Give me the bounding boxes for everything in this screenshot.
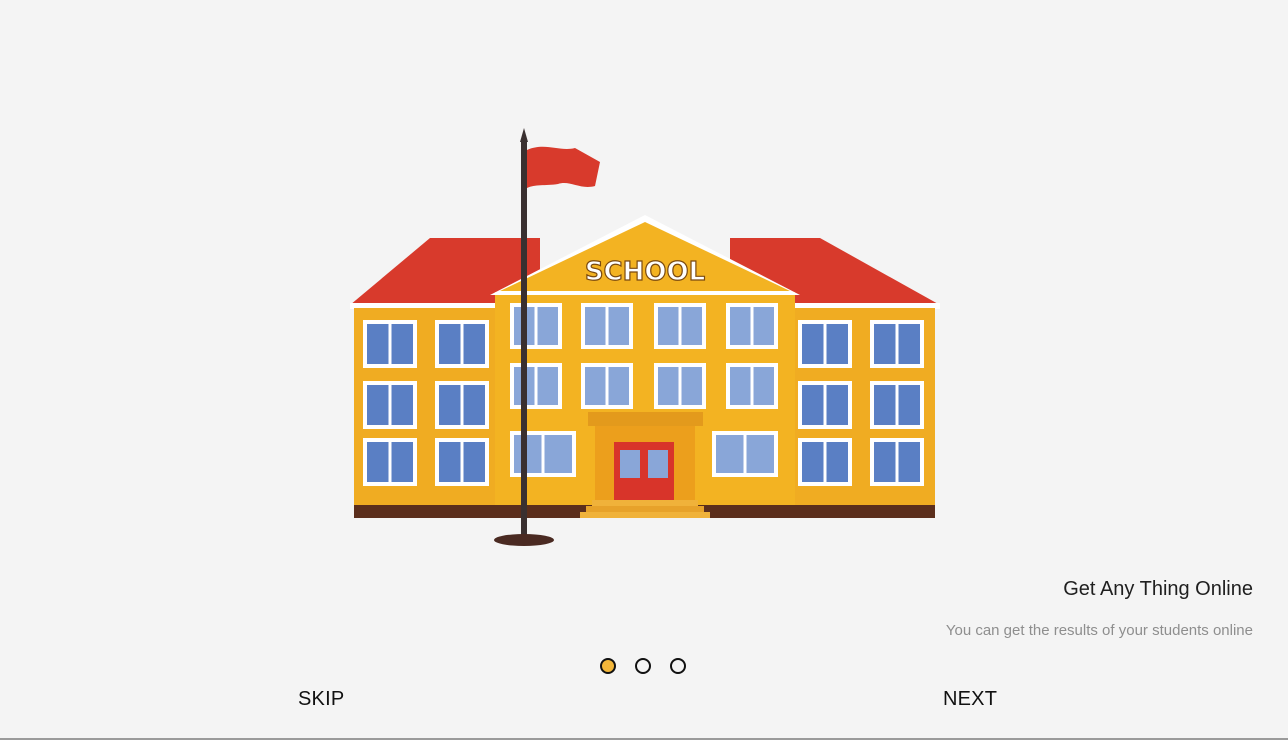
page-dot-2[interactable] — [635, 658, 651, 674]
next-button[interactable]: NEXT — [943, 688, 997, 711]
page-indicator — [600, 658, 686, 674]
page-dot-1[interactable] — [600, 658, 616, 674]
page-dot-3[interactable] — [670, 658, 686, 674]
school-illustration: SCHOOL — [350, 128, 940, 546]
school-sign: SCHOOL — [585, 257, 705, 287]
onboarding-screen: SCHOOL Get Any Thing Online You can get … — [0, 0, 1288, 740]
skip-button[interactable]: SKIP — [298, 688, 344, 711]
flag — [527, 146, 600, 188]
onboarding-title: Get Any Thing Online — [1063, 578, 1253, 600]
portico — [588, 412, 703, 426]
onboarding-subtitle: You can get the results of your students… — [945, 622, 1253, 639]
